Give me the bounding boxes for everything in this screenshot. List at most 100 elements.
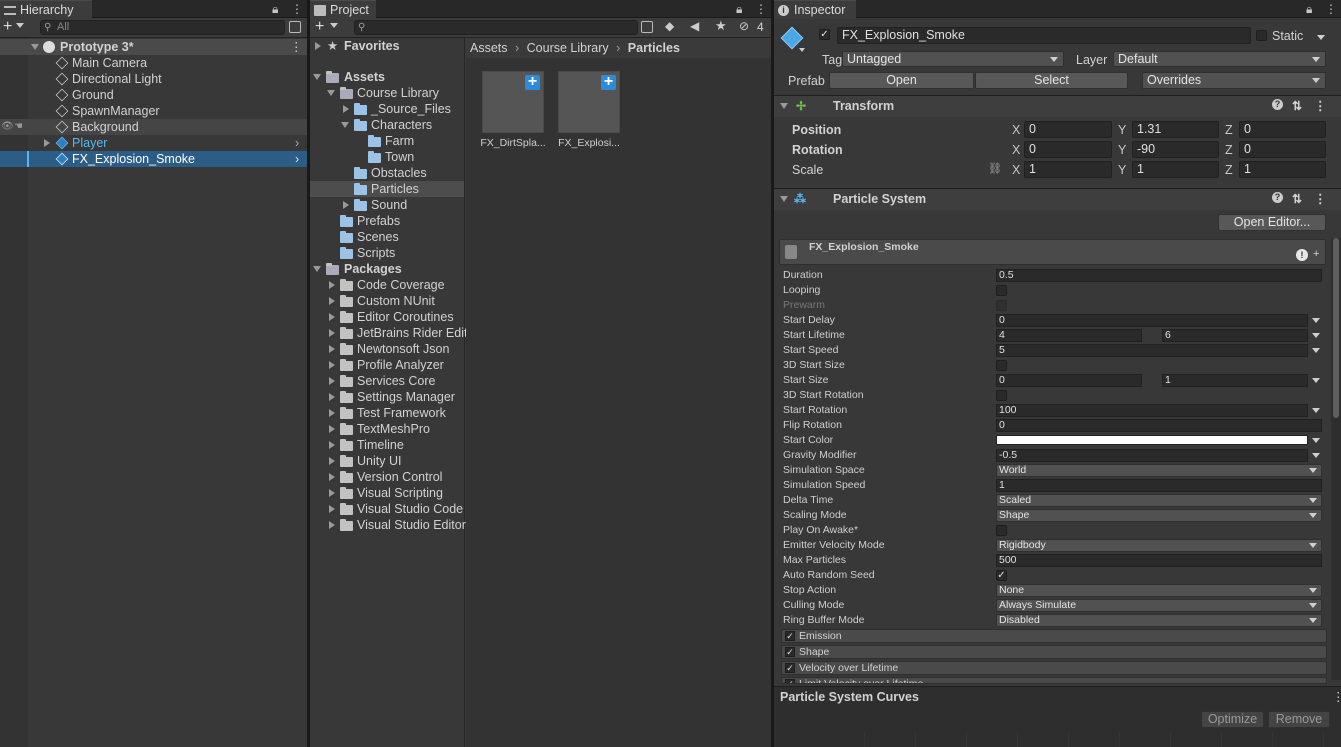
- hierarchy-tab[interactable]: Hierarchy: [0, 0, 92, 19]
- package-item[interactable]: Custom NUnit: [310, 293, 464, 309]
- assets-row[interactable]: Assets: [310, 69, 464, 85]
- position-z-field[interactable]: 0: [1239, 121, 1326, 138]
- breadcrumb-item[interactable]: Assets: [470, 41, 508, 55]
- expand-arrow-icon[interactable]: [313, 266, 321, 272]
- rotation-y-field[interactable]: -90: [1132, 141, 1219, 158]
- folder-item[interactable]: Town: [310, 149, 464, 165]
- add-icon[interactable]: +: [3, 18, 12, 36]
- property-dropdown[interactable]: Disabled: [996, 614, 1322, 627]
- property-dropdown[interactable]: None: [996, 584, 1322, 597]
- lock-icon[interactable]: 🔒︎: [736, 2, 742, 17]
- prefab-select-button[interactable]: Select: [975, 72, 1128, 89]
- property-checkbox[interactable]: [996, 525, 1007, 536]
- folder-item[interactable]: Course Library: [310, 85, 464, 101]
- prefab-overrides-dropdown[interactable]: Overrides: [1142, 72, 1326, 89]
- package-item[interactable]: Services Core: [310, 373, 464, 389]
- property-field[interactable]: 0: [996, 419, 1322, 432]
- position-y-field[interactable]: 1.31: [1132, 121, 1219, 138]
- remove-button[interactable]: Remove: [1268, 711, 1330, 728]
- add-icon[interactable]: +: [315, 18, 324, 36]
- tag-dropdown[interactable]: Untagged: [842, 51, 1064, 67]
- property-dropdown[interactable]: Always Simulate: [996, 599, 1322, 612]
- property-dropdown[interactable]: World: [996, 464, 1322, 477]
- module-row[interactable]: ✓ Velocity over Lifetime: [781, 661, 1327, 675]
- main-module-header[interactable]: FX_Explosion_Smoke ! +: [779, 239, 1326, 265]
- chevron-right-icon[interactable]: ›: [295, 135, 299, 151]
- packages-row[interactable]: Packages: [310, 261, 464, 277]
- presets-icon[interactable]: ⇅: [1292, 189, 1302, 209]
- expand-arrow-icon[interactable]: [313, 74, 321, 80]
- color-mode-dropdown-icon[interactable]: [1312, 438, 1320, 443]
- package-item[interactable]: Editor Coroutines: [310, 309, 464, 325]
- curves-menu-icon[interactable]: ⋮: [1332, 689, 1341, 704]
- expand-arrow-icon[interactable]: [329, 409, 335, 417]
- visibility-icon[interactable]: 👁︎: [1, 119, 14, 135]
- inspector-tab[interactable]: i Inspector: [774, 0, 856, 19]
- property-max-field[interactable]: 1: [1162, 374, 1308, 387]
- filter-type-icon[interactable]: ◆: [665, 19, 674, 33]
- constrain-proportions-icon[interactable]: ⛓︎: [988, 162, 1002, 175]
- open-editor-button[interactable]: Open Editor...: [1218, 214, 1326, 231]
- property-field[interactable]: 0: [996, 314, 1308, 327]
- static-dropdown-icon[interactable]: [1317, 35, 1325, 40]
- property-min-field[interactable]: 4: [996, 329, 1142, 342]
- search-filter-icon[interactable]: [289, 21, 301, 33]
- property-dropdown[interactable]: Rigidbody: [996, 539, 1322, 552]
- hierarchy-item[interactable]: Main Camera: [0, 55, 307, 71]
- property-min-field[interactable]: 0: [996, 374, 1142, 387]
- scale-x-field[interactable]: 1: [1024, 161, 1112, 178]
- transform-header[interactable]: ✢ Transform ? ⇅ ⋮: [774, 95, 1341, 117]
- property-field[interactable]: 0.5: [996, 269, 1322, 282]
- foldout-arrow-icon[interactable]: [780, 103, 788, 109]
- scrollbar-thumb[interactable]: [1333, 238, 1339, 418]
- expand-arrow-icon[interactable]: [329, 345, 335, 353]
- package-item[interactable]: JetBrains Rider Edit: [310, 325, 467, 341]
- module-enabled-checkbox[interactable]: ✓: [785, 663, 795, 673]
- expand-arrow-icon[interactable]: [343, 201, 349, 209]
- presets-icon[interactable]: ⇅: [1292, 96, 1302, 116]
- package-item[interactable]: Visual Scripting: [310, 485, 464, 501]
- scene-menu-icon[interactable]: ⋮: [290, 39, 303, 55]
- package-item[interactable]: Visual Studio Code: [310, 501, 464, 517]
- hierarchy-item[interactable]: 👁︎ ☚ Background: [0, 119, 307, 135]
- hidden-packages-icon[interactable]: ⊘: [739, 19, 749, 33]
- curve-mode-dropdown-icon[interactable]: [1312, 333, 1320, 338]
- rotation-z-field[interactable]: 0: [1239, 141, 1326, 158]
- search-by-type-icon[interactable]: [641, 21, 653, 33]
- scale-y-field[interactable]: 1: [1132, 161, 1219, 178]
- expand-arrow-icon[interactable]: [329, 441, 335, 449]
- expand-arrow-icon[interactable]: [329, 281, 335, 289]
- folder-item[interactable]: _Source_Files: [310, 101, 464, 117]
- prefab-open-button[interactable]: Open: [829, 72, 974, 89]
- component-menu-icon[interactable]: ⋮: [1314, 189, 1327, 209]
- property-field[interactable]: 100: [996, 404, 1308, 417]
- property-checkbox[interactable]: ✓: [996, 570, 1007, 581]
- breadcrumb-item[interactable]: Course Library: [527, 41, 609, 55]
- rotation-x-field[interactable]: 0: [1024, 141, 1112, 158]
- pickable-icon[interactable]: ☚: [14, 119, 23, 135]
- hierarchy-item-player[interactable]: Player ›: [0, 135, 307, 151]
- project-search-input[interactable]: ⚲: [354, 20, 638, 35]
- expand-arrow-icon[interactable]: [315, 42, 321, 50]
- curve-mode-dropdown-icon[interactable]: [1312, 408, 1320, 413]
- folder-item[interactable]: Sound: [310, 197, 464, 213]
- package-item[interactable]: Settings Manager: [310, 389, 464, 405]
- expand-arrow-icon[interactable]: [31, 44, 39, 50]
- property-field[interactable]: 1: [996, 479, 1322, 492]
- curve-mode-dropdown-icon[interactable]: [1312, 318, 1320, 323]
- expand-arrow-icon[interactable]: [329, 521, 335, 529]
- module-row[interactable]: ✓ Emission: [781, 629, 1327, 643]
- package-item[interactable]: Profile Analyzer: [310, 357, 464, 373]
- position-x-field[interactable]: 0: [1024, 121, 1112, 138]
- scene-row[interactable]: Prototype 3* ⋮: [0, 39, 307, 55]
- expand-arrow-icon[interactable]: [329, 297, 335, 305]
- expand-arrow-icon[interactable]: [329, 329, 335, 337]
- expand-arrow-icon[interactable]: [329, 377, 335, 385]
- curve-mode-dropdown-icon[interactable]: [1312, 453, 1320, 458]
- expand-arrow-icon[interactable]: [329, 393, 335, 401]
- expand-arrow-icon[interactable]: [329, 313, 335, 321]
- chevron-right-icon[interactable]: ›: [295, 151, 299, 167]
- property-checkbox[interactable]: [996, 300, 1007, 311]
- property-field[interactable]: -0.5: [996, 449, 1308, 462]
- inspector-scrollbar[interactable]: [1331, 238, 1341, 680]
